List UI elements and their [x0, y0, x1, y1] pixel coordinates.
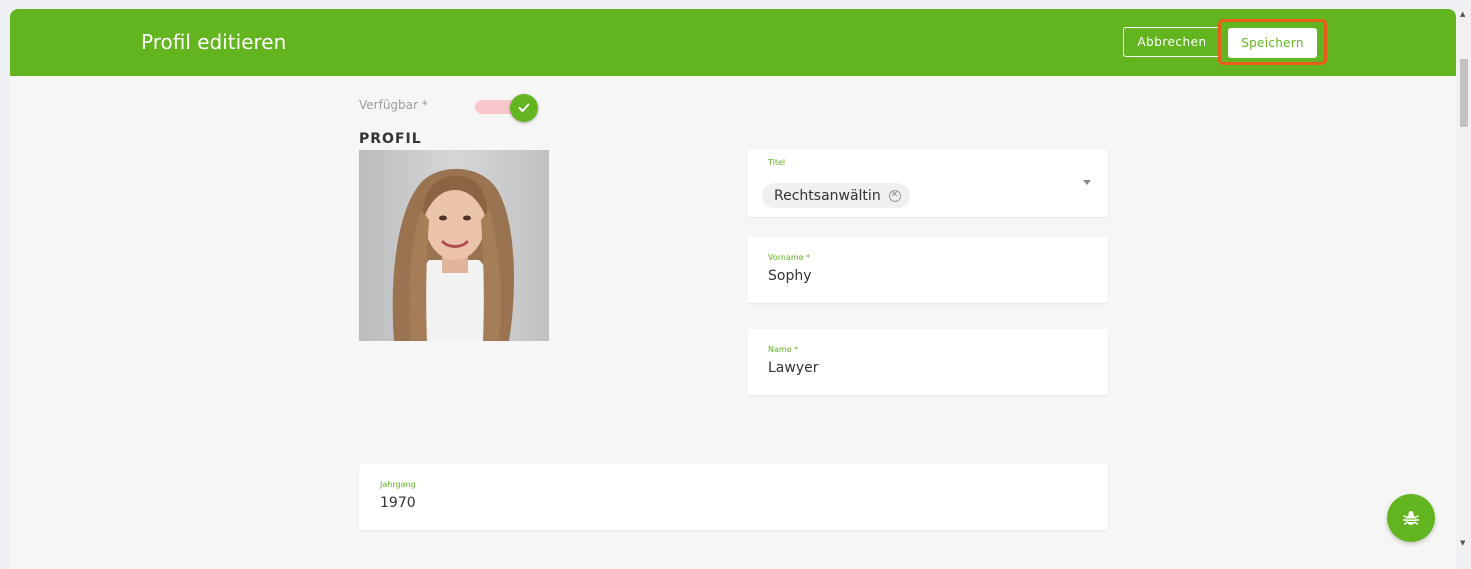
vorname-label: Vorname * [768, 253, 811, 262]
bug-icon [1402, 511, 1420, 525]
titel-field[interactable]: Titel Rechtsanwältin ✕ [747, 150, 1108, 217]
titel-chip-text: Rechtsanwältin [774, 187, 881, 204]
name-field[interactable]: Name * Lawyer [747, 329, 1108, 395]
profile-section-title: PROFIL [359, 131, 422, 147]
page-header: Profil editieren Abbrechen Speichern [10, 9, 1456, 76]
titel-chip: Rechtsanwältin ✕ [762, 183, 910, 208]
save-button[interactable]: Speichern [1228, 28, 1317, 58]
titel-label: Titel [768, 158, 786, 167]
jahrgang-field[interactable]: Jahrgang 1970 [359, 464, 1108, 530]
page-title: Profil editieren [141, 30, 287, 54]
scroll-down-arrow-icon[interactable]: ▼ [1460, 539, 1465, 547]
check-icon [518, 103, 530, 112]
availability-label: Verfügbar * [359, 98, 428, 112]
profile-photo[interactable] [359, 150, 549, 341]
cancel-button[interactable]: Abbrechen [1123, 27, 1221, 57]
name-value: Lawyer [768, 360, 819, 376]
vertical-scrollbar[interactable]: ▲ ▼ [1457, 9, 1471, 550]
bug-report-button[interactable] [1387, 494, 1435, 542]
vorname-field[interactable]: Vorname * Sophy [747, 237, 1108, 303]
scroll-up-arrow-icon[interactable]: ▲ [1460, 10, 1465, 18]
app-frame: Profil editieren Abbrechen Speichern Ver… [10, 9, 1456, 569]
caret-down-icon[interactable] [1083, 180, 1091, 185]
name-label: Name * [768, 345, 799, 354]
scroll-thumb[interactable] [1460, 59, 1468, 127]
availability-toggle[interactable] [510, 94, 538, 122]
jahrgang-label: Jahrgang [380, 480, 416, 489]
clear-circle-icon[interactable]: ✕ [888, 189, 901, 202]
jahrgang-value: 1970 [380, 495, 416, 511]
vorname-value: Sophy [768, 268, 812, 284]
